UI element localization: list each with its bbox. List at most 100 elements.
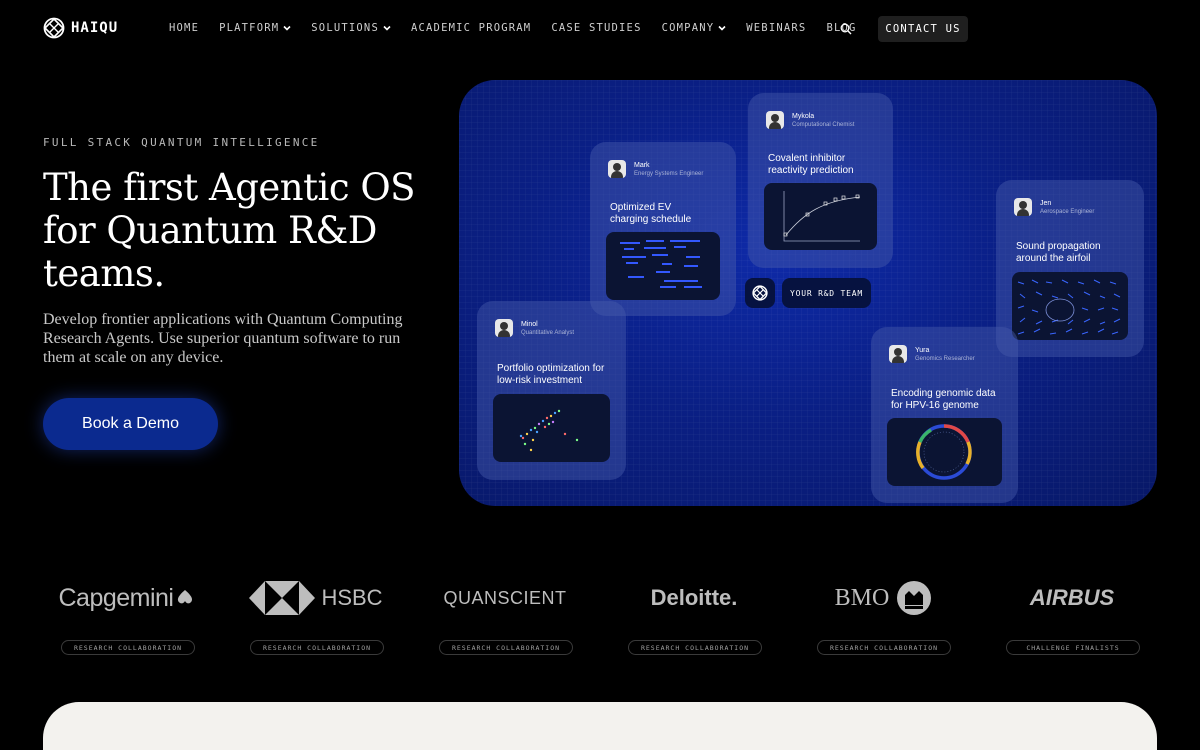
- vector-field-graphic: [1017, 279, 1121, 335]
- spade-icon: [177, 590, 192, 604]
- bmo-logo: BMO: [813, 578, 953, 618]
- top-nav: HAIQU HOME PLATFORM SOLUTIONS ACADEMIC P…: [0, 0, 1200, 58]
- team-label: YOUR R&D TEAM: [782, 278, 871, 308]
- avatar: [1014, 198, 1032, 216]
- person-role: Computational Chemist: [792, 121, 855, 128]
- airbus-logo: AIRBUS: [1002, 578, 1142, 618]
- genome-ring-viz: [887, 418, 1002, 486]
- partner-deloitte: Deloitte. RESEARCH COLLABORATION: [624, 570, 764, 660]
- reactivity-curve-graphic: [783, 191, 861, 242]
- person-name: Jen: [1040, 199, 1052, 207]
- person-name: Yura: [915, 346, 930, 354]
- partner-tag: RESEARCH COLLABORATION: [61, 640, 195, 655]
- book-demo-button[interactable]: Book a Demo: [43, 398, 218, 450]
- avatar: [889, 345, 907, 363]
- person-name: Mykola: [792, 112, 815, 120]
- deloitte-logo: Deloitte.: [624, 578, 764, 618]
- capgemini-logo: Capgemini: [57, 578, 197, 618]
- partner-tag: RESEARCH COLLABORATION: [817, 640, 951, 655]
- partner-name: Capgemini: [58, 583, 174, 612]
- card-title: Portfolio optimization for low-risk inve…: [497, 363, 605, 386]
- hero-visual-panel: Mark Energy Systems Engineer Optimized E…: [459, 80, 1157, 506]
- partner-airbus: AIRBUS CHALLENGE FINALISTS: [1002, 570, 1142, 660]
- nav-item-platform[interactable]: PLATFORM: [219, 22, 291, 34]
- hero-eyebrow: FULL STACK QUANTUM INTELLIGENCE: [43, 136, 320, 149]
- nav-item-webinars[interactable]: WEBINARS: [746, 22, 806, 34]
- avatar: [495, 319, 513, 337]
- nav-item-company[interactable]: COMPANY: [662, 22, 727, 34]
- search-icon[interactable]: [840, 23, 852, 35]
- card-title: Optimized EV charging schedule: [610, 202, 692, 225]
- portfolio-scatter-viz: [493, 394, 610, 462]
- partner-tag: RESEARCH COLLABORATION: [250, 640, 384, 655]
- partner-tag: CHALLENGE FINALISTS: [1006, 640, 1140, 655]
- bmo-roundel-icon: [897, 581, 932, 615]
- card-header: Yura Genomics Researcher: [889, 345, 975, 363]
- nav-item-label: SOLUTIONS: [311, 22, 379, 34]
- card-header: Mark Energy Systems Engineer: [608, 160, 703, 178]
- haiqu-logo-icon: [752, 285, 768, 301]
- partner-quanscient: QUANSCIENT RESEARCH COLLABORATION: [435, 570, 575, 660]
- ev-schedule-viz: [606, 232, 720, 300]
- hsbc-logo: HSBC: [246, 578, 386, 618]
- airfoil-field-viz: [1012, 272, 1128, 340]
- chevron-down-icon: [383, 25, 391, 31]
- partner-name: QUANSCIENT: [443, 587, 567, 608]
- brand-logo[interactable]: HAIQU: [43, 17, 118, 39]
- avatar: [766, 111, 784, 129]
- partner-bmo: BMO RESEARCH COLLABORATION: [813, 570, 953, 660]
- person-role: Quantitative Analyst: [521, 329, 575, 336]
- person-name: Mark: [634, 161, 650, 169]
- hsbc-hexagon-icon: [249, 581, 316, 615]
- agent-card-yura: Yura Genomics Researcher Encoding genomi…: [871, 327, 1018, 503]
- card-title: Encoding genomic data for HPV-16 genome: [891, 388, 996, 411]
- nav-item-academic-program[interactable]: ACADEMIC PROGRAM: [411, 22, 531, 34]
- nav-item-label: CASE STUDIES: [551, 22, 642, 34]
- genome-ring-graphic: [916, 424, 972, 480]
- partner-capgemini: Capgemini RESEARCH COLLABORATION: [57, 570, 197, 660]
- chevron-down-icon: [283, 25, 291, 31]
- reactivity-curve-viz: [764, 183, 877, 250]
- agent-card-jen: Jen Aerospace Engineer Sound propagation…: [996, 180, 1144, 357]
- contact-us-button[interactable]: CONTACT US: [878, 16, 968, 42]
- team-logo-badge: [745, 278, 775, 308]
- nav-item-label: HOME: [169, 22, 200, 34]
- nav-item-label: COMPANY: [661, 22, 715, 34]
- nav-item-case-studies[interactable]: CASE STUDIES: [551, 22, 641, 34]
- nav-item-solutions[interactable]: SOLUTIONS: [311, 22, 391, 34]
- partner-logos: Capgemini RESEARCH COLLABORATION HSBC RE…: [0, 570, 1200, 660]
- agent-card-minol: Minol Quantitative Analyst Portfolio opt…: [477, 301, 626, 480]
- nav-item-home[interactable]: HOME: [169, 22, 199, 34]
- person-role: Aerospace Engineer: [1040, 208, 1095, 215]
- person-role: Genomics Researcher: [915, 355, 975, 362]
- partner-name: BMO: [834, 584, 890, 611]
- agent-card-mykola: Mykola Computational Chemist Covalent in…: [748, 93, 893, 268]
- haiqu-logo-icon: [43, 17, 65, 39]
- nav-item-label: ACADEMIC PROGRAM: [410, 22, 532, 34]
- chevron-down-icon: [718, 25, 726, 31]
- person-name: Minol: [521, 320, 538, 328]
- card-header: Minol Quantitative Analyst: [495, 319, 574, 337]
- avatar: [608, 160, 626, 178]
- next-section-panel: [43, 702, 1157, 750]
- nav-item-label: WEBINARS: [746, 22, 807, 34]
- quanscient-logo: QUANSCIENT: [435, 578, 575, 618]
- nav-item-label: PLATFORM: [219, 22, 280, 34]
- card-header: Jen Aerospace Engineer: [1014, 198, 1094, 216]
- card-title: Sound propagation around the airfoil: [1016, 241, 1101, 264]
- partner-tag: RESEARCH COLLABORATION: [439, 640, 573, 655]
- hero-subtext: Develop frontier applications with Quant…: [43, 311, 403, 366]
- partner-name: HSBC: [321, 585, 383, 610]
- schedule-grid-graphic: [620, 240, 702, 288]
- card-title: Covalent inhibitor reactivity prediction: [768, 153, 854, 176]
- person-role: Energy Systems Engineer: [634, 170, 704, 177]
- partner-tag: RESEARCH COLLABORATION: [628, 640, 762, 655]
- brand-name: HAIQU: [71, 20, 119, 36]
- hero-headline: The first Agentic OS for Quantum R&D tea…: [43, 166, 416, 295]
- partner-hsbc: HSBC RESEARCH COLLABORATION: [246, 570, 386, 660]
- agent-card-mark: Mark Energy Systems Engineer Optimized E…: [590, 142, 736, 316]
- partner-name: AIRBUS: [1029, 585, 1115, 610]
- portfolio-scatter-graphic: [519, 409, 579, 452]
- card-header: Mykola Computational Chemist: [766, 111, 854, 129]
- nav-links: HOME PLATFORM SOLUTIONS ACADEMIC PROGRAM…: [169, 22, 857, 34]
